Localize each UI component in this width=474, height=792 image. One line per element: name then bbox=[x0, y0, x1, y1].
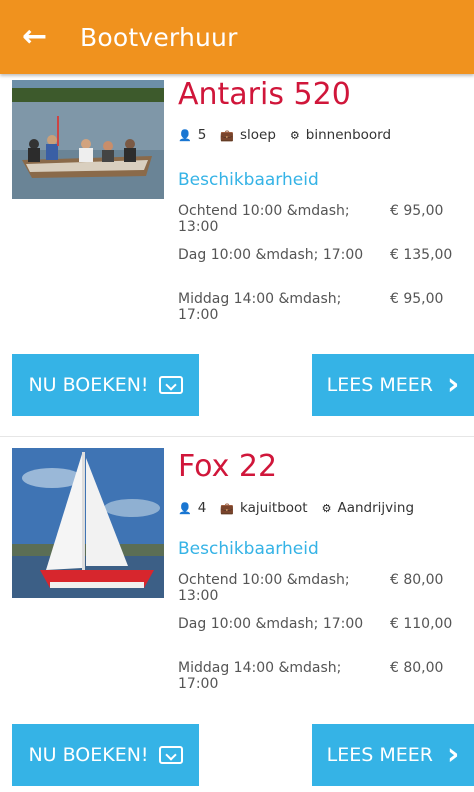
availability-title: Beschikbaarheid bbox=[178, 539, 319, 559]
chevron-right-icon: › bbox=[446, 737, 460, 772]
person-icon: 👤 bbox=[178, 501, 192, 515]
price-amount: € 110,00 bbox=[390, 616, 453, 632]
chevron-right-icon: › bbox=[446, 367, 460, 402]
boat-name: Antaris 520 bbox=[178, 77, 351, 112]
price-period: Dag 10:00 &mdash; 17:00 bbox=[178, 616, 364, 632]
price-period: Middag 14:00 &mdash; 17:00 bbox=[178, 291, 342, 323]
briefcase-icon: 💼 bbox=[220, 128, 234, 142]
read-more-label: LEES MEER bbox=[326, 744, 433, 766]
book-now-label: NU BOEKEN! bbox=[28, 744, 149, 766]
spec-persons: 4 bbox=[197, 500, 207, 516]
read-more-button[interactable]: LEES MEER › bbox=[312, 724, 474, 786]
price-period: Dag 10:00 &mdash; 17:00 bbox=[178, 247, 364, 263]
price-row: Ochtend 10:00 &mdash; 13:00 € 80,00 bbox=[178, 572, 460, 616]
read-more-label: LEES MEER bbox=[326, 374, 433, 396]
calendar-check-icon bbox=[158, 376, 183, 394]
book-now-button[interactable]: NU BOEKEN! bbox=[12, 354, 199, 416]
price-row: Ochtend 10:00 &mdash; 13:00 € 95,00 bbox=[178, 203, 460, 247]
boat-specs: 👤 5 💼 sloep ⚙ binnenboord bbox=[178, 127, 405, 143]
back-arrow-icon[interactable]: ← bbox=[22, 22, 62, 52]
book-now-label: NU BOEKEN! bbox=[28, 374, 149, 396]
price-amount: € 95,00 bbox=[390, 203, 444, 219]
price-row: Dag 10:00 &mdash; 17:00 € 110,00 bbox=[178, 616, 460, 660]
page-title: Bootverhuur bbox=[80, 22, 238, 52]
boat-photo-sailboat[interactable] bbox=[12, 448, 164, 598]
read-more-button[interactable]: LEES MEER › bbox=[312, 354, 474, 416]
boat-specs: 👤 4 💼 kajuitboot ⚙ Aandrijving bbox=[178, 500, 428, 516]
price-period: Ochtend 10:00 &mdash; 13:00 bbox=[178, 203, 350, 235]
price-list: Ochtend 10:00 &mdash; 13:00 € 95,00 Dag … bbox=[178, 203, 460, 335]
price-row: Dag 10:00 &mdash; 17:00 € 135,00 bbox=[178, 247, 460, 291]
boat-name: Fox 22 bbox=[178, 449, 278, 484]
price-row: Middag 14:00 &mdash; 17:00 € 80,00 bbox=[178, 660, 460, 704]
briefcase-icon: 💼 bbox=[220, 501, 234, 515]
spec-type: kajuitboot bbox=[240, 500, 308, 516]
boat-card: Fox 22 👤 4 💼 kajuitboot ⚙ Aandrijving Be… bbox=[0, 438, 474, 792]
spec-type: sloep bbox=[240, 127, 276, 143]
price-period: Ochtend 10:00 &mdash; 13:00 bbox=[178, 572, 350, 604]
price-amount: € 80,00 bbox=[390, 572, 444, 588]
person-icon: 👤 bbox=[178, 128, 192, 142]
book-now-button[interactable]: NU BOEKEN! bbox=[12, 724, 199, 786]
price-list: Ochtend 10:00 &mdash; 13:00 € 80,00 Dag … bbox=[178, 572, 460, 704]
spec-engine: Aandrijving bbox=[337, 500, 415, 516]
price-period: Middag 14:00 &mdash; 17:00 bbox=[178, 660, 342, 692]
app-bar: ← Bootverhuur bbox=[0, 0, 474, 74]
boat-card: Antaris 520 👤 5 💼 sloep ⚙ binnenboord Be… bbox=[0, 74, 474, 430]
gear-icon: ⚙ bbox=[321, 501, 332, 515]
gear-icon: ⚙ bbox=[289, 128, 300, 142]
card-divider bbox=[0, 436, 474, 437]
boat-photo-motorboat[interactable] bbox=[12, 80, 164, 199]
price-amount: € 135,00 bbox=[390, 247, 453, 263]
price-amount: € 80,00 bbox=[390, 660, 444, 676]
calendar-check-icon bbox=[158, 746, 183, 764]
spec-engine: binnenboord bbox=[305, 127, 392, 143]
price-amount: € 95,00 bbox=[390, 291, 444, 307]
price-row: Middag 14:00 &mdash; 17:00 € 95,00 bbox=[178, 291, 460, 335]
spec-persons: 5 bbox=[197, 127, 207, 143]
availability-title: Beschikbaarheid bbox=[178, 170, 319, 190]
